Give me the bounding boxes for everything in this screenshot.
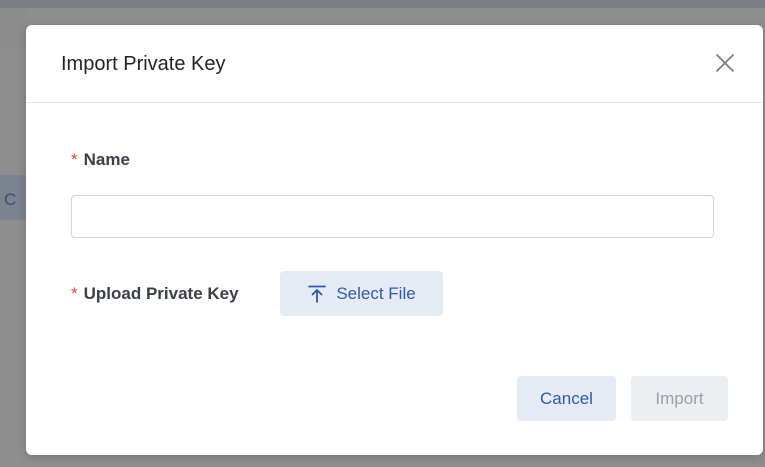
cancel-button[interactable]: Cancel <box>517 376 616 421</box>
upload-icon <box>308 285 327 303</box>
background-toolbar <box>0 0 765 8</box>
upload-private-key-label: * Upload Private Key <box>71 284 239 304</box>
dialog-header: Import Private Key <box>26 25 763 103</box>
import-private-key-dialog: Import Private Key * Name * Upload Private… <box>26 25 763 455</box>
select-file-button[interactable]: Select File <box>280 271 443 316</box>
name-label-text: Name <box>83 150 130 169</box>
name-input[interactable] <box>71 195 714 238</box>
close-button[interactable] <box>713 51 737 75</box>
dialog-title: Import Private Key <box>61 53 226 75</box>
background-partial-text: C <box>4 190 17 209</box>
background-header-band <box>0 8 26 48</box>
name-label: * Name <box>71 150 130 170</box>
select-file-label: Select File <box>336 283 416 303</box>
close-icon <box>716 54 734 72</box>
required-asterisk: * <box>71 284 78 303</box>
upload-label-text: Upload Private Key <box>83 284 239 303</box>
required-asterisk: * <box>71 150 78 169</box>
import-button[interactable]: Import <box>631 376 728 421</box>
